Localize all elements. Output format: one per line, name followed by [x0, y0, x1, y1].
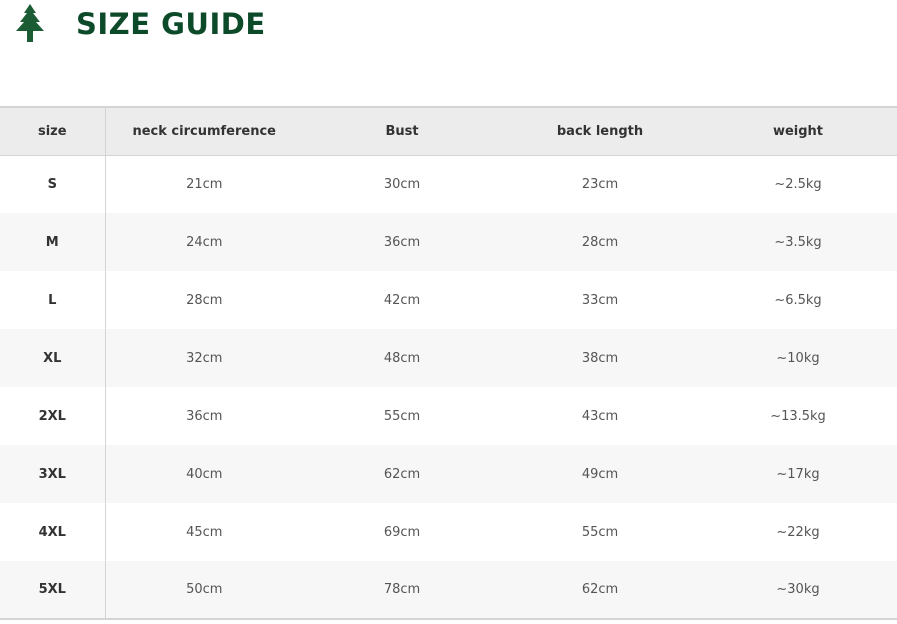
- size-cell: L: [0, 271, 106, 329]
- table-row: XL 32cm 48cm 38cm ~10kg: [0, 329, 897, 387]
- weight-cell: ~17kg: [776, 466, 820, 482]
- neck-cell: 32cm: [186, 350, 223, 366]
- pine-tree-icon: [16, 4, 44, 42]
- back-length-cell: 55cm: [581, 524, 619, 540]
- table-body: S 21cm 30cm 23cm ~2.5kg M 24cm 36cm 28cm…: [0, 155, 897, 619]
- neck-cell: 21cm: [186, 176, 223, 192]
- page-title: SIZE GUIDE: [76, 7, 266, 41]
- back-length-cell: 23cm: [581, 176, 619, 192]
- size-guide-table: size neck circumference Bust back length…: [0, 106, 897, 620]
- back-length-cell: 38cm: [581, 350, 619, 366]
- column-header-neck-circumference: neck circumference: [105, 107, 303, 156]
- size-cell: S: [0, 155, 106, 213]
- back-length-cell: 49cm: [581, 466, 619, 482]
- neck-cell: 45cm: [186, 524, 223, 540]
- header-row: size neck circumference Bust back length…: [0, 107, 897, 156]
- table-row: 4XL 45cm 69cm 55cm ~22kg: [0, 503, 897, 561]
- weight-cell: ~6.5kg: [774, 292, 822, 308]
- neck-cell: 50cm: [186, 582, 223, 597]
- size-cell: 4XL: [0, 503, 106, 561]
- table-row: S 21cm 30cm 23cm ~2.5kg: [0, 155, 897, 213]
- bust-cell: 78cm: [383, 582, 421, 597]
- weight-cell: ~3.5kg: [774, 234, 822, 250]
- weight-cell: ~30kg: [776, 582, 820, 597]
- column-header-weight: weight: [699, 107, 897, 156]
- back-length-cell: 62cm: [581, 582, 619, 597]
- weight-cell: ~22kg: [776, 524, 820, 540]
- neck-cell: 40cm: [186, 466, 223, 482]
- size-cell: 2XL: [0, 387, 106, 445]
- bust-cell: 69cm: [383, 524, 421, 540]
- back-length-cell: 28cm: [581, 234, 619, 250]
- table-row: M 24cm 36cm 28cm ~3.5kg: [0, 213, 897, 271]
- size-cell: 3XL: [0, 445, 106, 503]
- bust-cell: 42cm: [383, 292, 421, 308]
- weight-cell: ~2.5kg: [774, 176, 822, 192]
- column-header-size: size: [0, 107, 106, 156]
- table-row: 3XL 40cm 62cm 49cm ~17kg: [0, 445, 897, 503]
- table-row: 2XL 36cm 55cm 43cm ~13.5kg: [0, 387, 897, 445]
- table-row: 5XL 50cm 78cm 62cm ~30kg: [0, 561, 897, 619]
- weight-cell: ~10kg: [776, 350, 820, 366]
- size-cell: M: [0, 213, 106, 271]
- neck-cell: 28cm: [186, 292, 223, 308]
- column-header-bust: Bust: [303, 107, 501, 156]
- bust-cell: 55cm: [383, 408, 421, 424]
- column-header-back-length: back length: [501, 107, 699, 156]
- size-cell: XL: [0, 329, 106, 387]
- weight-cell: ~13.5kg: [770, 408, 826, 424]
- neck-cell: 24cm: [186, 234, 223, 250]
- neck-cell: 36cm: [186, 408, 223, 424]
- table-header: size neck circumference Bust back length…: [0, 107, 897, 156]
- bust-cell: 48cm: [383, 350, 421, 366]
- back-length-cell: 43cm: [581, 408, 619, 424]
- page-header: SIZE GUIDE: [0, 0, 897, 60]
- bust-cell: 36cm: [383, 234, 421, 250]
- back-length-cell: 33cm: [581, 292, 619, 308]
- bust-cell: 62cm: [383, 466, 421, 482]
- size-cell: 5XL: [0, 561, 106, 619]
- table-row: L 28cm 42cm 33cm ~6.5kg: [0, 271, 897, 329]
- bust-cell: 30cm: [383, 176, 421, 192]
